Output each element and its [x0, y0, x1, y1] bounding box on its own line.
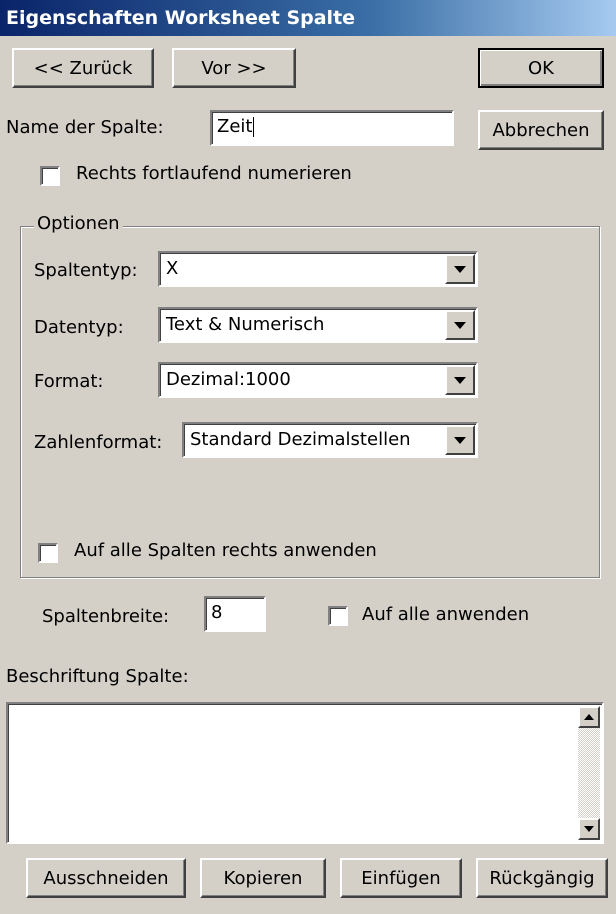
options-legend: Optionen: [34, 213, 123, 234]
apply-all-right-label: Auf alle Spalten rechts anwenden: [74, 540, 377, 561]
scroll-up-button[interactable]: [578, 706, 600, 728]
scroll-down-button[interactable]: [578, 818, 600, 840]
arrow-up-icon: [584, 714, 594, 720]
format-dropdown-button[interactable]: [445, 365, 475, 395]
data-type-label: Datentyp:: [34, 317, 124, 338]
forward-button[interactable]: Vor >>: [172, 48, 296, 88]
cancel-button[interactable]: Abbrechen: [478, 110, 604, 150]
column-name-label: Name der Spalte:: [6, 117, 164, 138]
number-right-label: Rechts fortlaufend numerieren: [76, 163, 352, 184]
text-caret: [253, 117, 255, 137]
column-type-select[interactable]: X: [158, 251, 478, 287]
paste-button[interactable]: Einfügen: [340, 858, 462, 898]
data-type-dropdown-button[interactable]: [445, 310, 475, 340]
chevron-down-icon: [454, 321, 466, 329]
format-value: Dezimal:1000: [166, 369, 291, 390]
column-type-value: X: [166, 258, 179, 279]
apply-all-label: Auf alle anwenden: [362, 604, 530, 625]
column-width-input[interactable]: 8: [204, 596, 266, 632]
window-title: Eigenschaften Worksheet Spalte: [0, 0, 616, 36]
copy-button[interactable]: Kopieren: [200, 858, 326, 898]
back-button[interactable]: << Zurück: [12, 48, 154, 88]
undo-button[interactable]: Rückgängig: [476, 858, 608, 898]
apply-all-checkbox[interactable]: [328, 606, 348, 626]
number-format-label: Zahlenformat:: [34, 432, 163, 453]
format-label: Format:: [34, 371, 104, 392]
data-type-value: Text & Numerisch: [166, 314, 325, 335]
chevron-down-icon: [454, 436, 466, 444]
caption-label: Beschriftung Spalte:: [6, 666, 189, 687]
number-right-checkbox[interactable]: [40, 166, 60, 186]
arrow-down-icon: [584, 826, 594, 832]
ok-button[interactable]: OK: [478, 48, 604, 88]
column-width-label: Spaltenbreite:: [42, 606, 170, 627]
caption-textarea[interactable]: [6, 702, 604, 844]
chevron-down-icon: [454, 376, 466, 384]
data-type-select[interactable]: Text & Numerisch: [158, 307, 478, 343]
chevron-down-icon: [454, 265, 466, 273]
column-type-label: Spaltentyp:: [34, 260, 138, 281]
apply-all-right-checkbox[interactable]: [38, 543, 58, 563]
column-name-value: Zeit: [217, 116, 253, 137]
number-format-value: Standard Dezimalstellen: [190, 429, 411, 450]
number-format-select[interactable]: Standard Dezimalstellen: [182, 422, 478, 458]
format-select[interactable]: Dezimal:1000: [158, 362, 478, 398]
column-type-dropdown-button[interactable]: [445, 254, 475, 284]
number-format-dropdown-button[interactable]: [445, 425, 475, 455]
column-name-input[interactable]: Zeit: [210, 110, 454, 146]
caption-scrollbar[interactable]: [578, 706, 600, 840]
cut-button[interactable]: Ausschneiden: [26, 858, 186, 898]
